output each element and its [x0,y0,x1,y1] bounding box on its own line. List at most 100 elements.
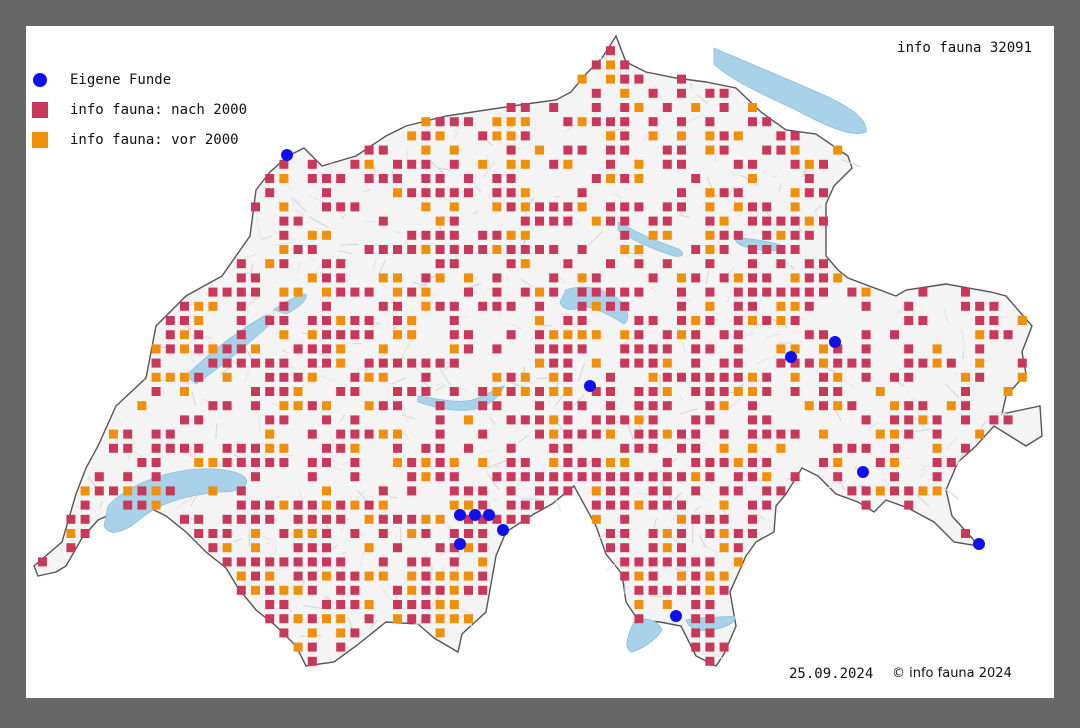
grid-square [563,316,573,325]
grid-square [123,500,133,510]
grid-square [549,458,559,467]
grid-square [478,486,488,496]
grid-square [819,429,828,439]
grid-square [322,273,331,283]
grid-square [733,230,743,240]
grid-square [336,259,346,269]
grid-square [577,316,587,325]
grid-square [677,131,686,141]
grid-square [535,344,544,354]
grid-square [677,316,686,325]
grid-square [819,372,828,382]
grid-square [464,117,473,127]
grid-square [890,472,899,482]
grid-square [520,216,530,226]
grid-square [861,486,871,496]
grid-square [648,358,658,368]
grid-square [293,543,303,553]
grid-square [705,301,715,311]
grid-square [748,415,757,425]
grid-square [577,458,587,467]
grid-square [719,571,729,581]
grid-square [719,642,729,652]
grid-square [464,330,473,340]
grid-square [705,387,715,396]
grid-square [748,387,757,396]
grid-square [634,387,644,396]
grid-square [591,330,601,340]
grid-square [208,344,218,354]
grid-square [606,401,615,411]
grid-square [762,415,772,425]
grid-square [620,557,630,567]
grid-square [804,330,814,340]
grid-square [662,429,672,439]
grid-square [322,614,331,624]
grid-square [307,614,317,624]
grid-square [265,316,275,325]
grid-square [265,614,275,624]
grid-square [975,344,985,354]
grid-square [705,145,715,155]
grid-square [705,202,715,212]
grid-square [634,500,644,510]
grid-square [322,202,331,212]
own-find-marker [829,336,841,348]
grid-square [790,145,800,155]
grid-square [109,486,118,496]
grid-square [492,202,502,212]
grid-square [691,316,701,325]
grid-square [421,245,431,254]
grid-square [449,316,459,325]
grid-square [591,458,601,467]
grid-square [364,600,374,609]
grid-square [279,259,289,269]
grid-square [194,330,204,340]
grid-square [265,429,275,439]
grid-square [733,543,743,553]
own-find-marker [857,466,869,478]
grid-square [520,159,530,169]
grid-square [236,358,246,368]
grid-square [421,188,431,198]
grid-square [535,216,544,226]
grid-square [776,344,786,354]
grid-square [393,330,402,340]
grid-square [563,358,573,368]
grid-square [123,486,133,496]
own-find-marker [584,380,596,392]
grid-square [733,131,743,141]
grid-square [151,344,161,354]
grid-square [251,401,260,411]
grid-square [748,500,757,510]
grid-square [691,415,701,425]
grid-square [634,259,644,269]
grid-square [606,415,615,425]
grid-square [1017,358,1027,368]
grid-square [591,429,601,439]
grid-square [804,174,814,183]
grid-square [478,458,488,467]
grid-square [478,500,488,510]
grid-square [464,571,473,581]
grid-square [762,230,772,240]
grid-square [662,387,672,396]
grid-square [449,245,459,254]
grid-square [236,259,246,269]
grid-square [790,301,800,311]
grid-square [719,245,729,254]
grid-square [804,216,814,226]
grid-square [946,401,956,411]
grid-square [577,344,587,354]
grid-square [478,557,488,567]
grid-square [265,443,275,453]
grid-square [1003,330,1013,340]
grid-square [393,358,402,368]
grid-square [464,614,473,624]
grid-square [591,287,601,297]
grid-square [251,500,260,510]
grid-square [506,174,516,183]
grid-square [762,472,772,482]
grid-square [222,443,232,453]
grid-square [222,529,232,538]
